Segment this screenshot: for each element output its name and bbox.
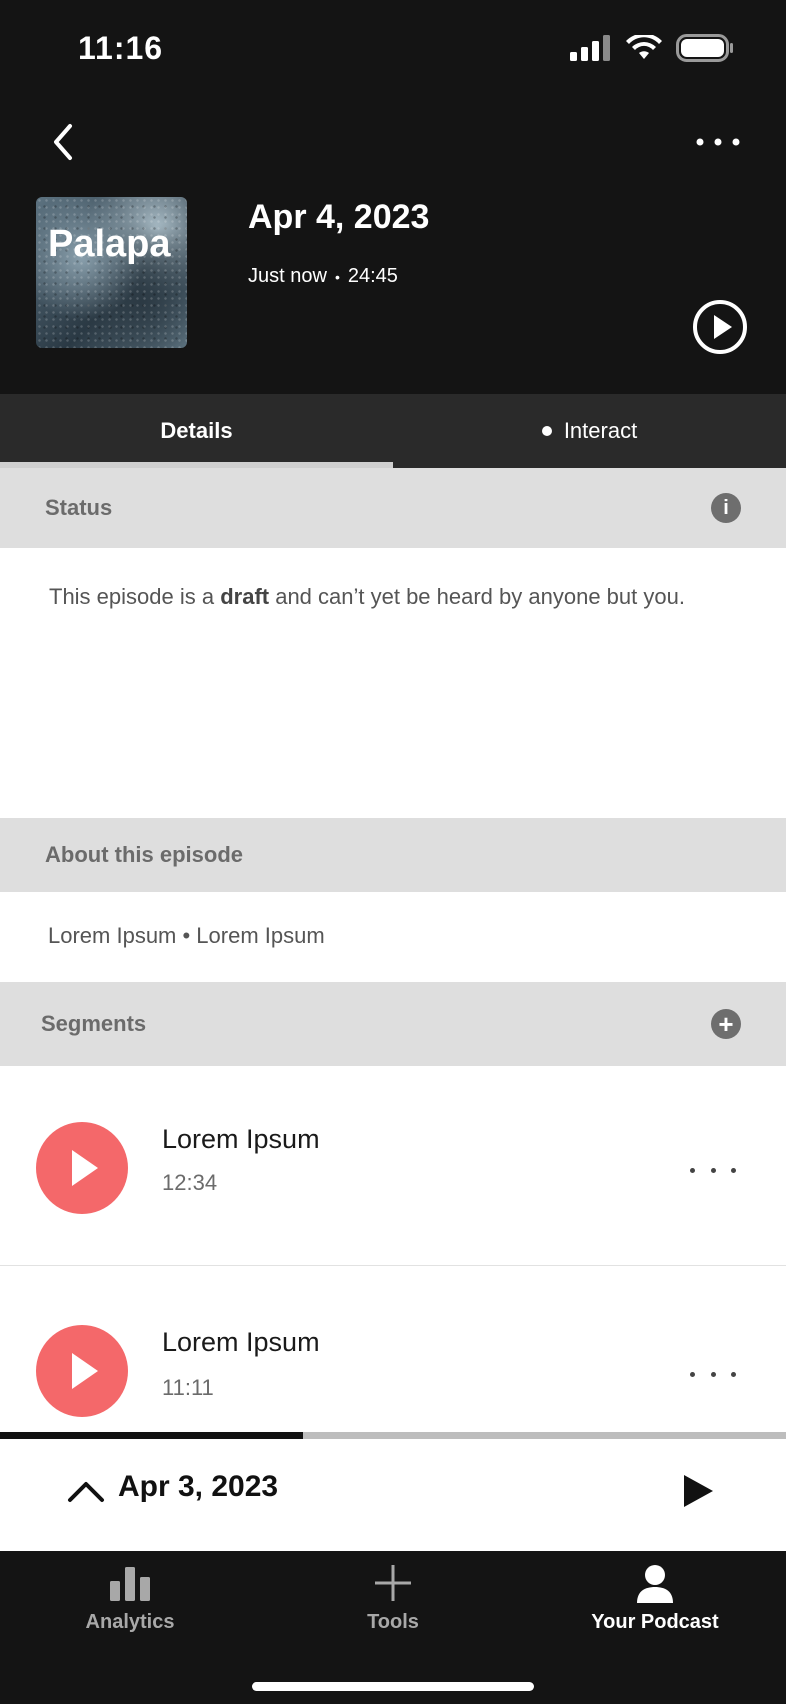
nav-tools-label: Tools [367, 1611, 419, 1633]
episode-header: 11:16 Palapa Apr 4, 2023 Just now • 24:4… [0, 0, 786, 394]
segment-more-icon[interactable] [690, 1164, 736, 1176]
segment-title: Lorem Ipsum [162, 1124, 320, 1154]
episode-tabs: Details Interact [0, 394, 786, 468]
info-icon[interactable]: i [711, 493, 741, 523]
details-content[interactable]: Status i This episode is a draft and can… [0, 468, 786, 1436]
add-segment-icon[interactable]: + [711, 1009, 741, 1039]
status-text-after: and can’t yet be heard by anyone but you… [269, 584, 685, 609]
status-description: This episode is a draft and can’t yet be… [49, 580, 689, 613]
more-options-button[interactable] [690, 124, 746, 160]
battery-icon [676, 34, 733, 62]
about-heading: About this episode [45, 842, 243, 867]
home-indicator[interactable] [252, 1682, 534, 1691]
person-icon [637, 1565, 673, 1603]
nav-analytics[interactable]: Analytics [30, 1563, 230, 1634]
episode-title: Apr 4, 2023 [248, 198, 430, 236]
status-icons [570, 34, 734, 62]
episode-updated: Just now [248, 265, 327, 287]
episode-duration: 24:45 [347, 265, 398, 287]
status-text-before: This episode is a [49, 584, 221, 609]
mini-player[interactable]: Apr 3, 2023 [0, 1432, 786, 1551]
tab-details[interactable]: Details [0, 394, 393, 468]
tab-interact-label: Interact [563, 418, 638, 443]
playback-progress-fill [0, 1432, 303, 1439]
about-description[interactable]: Lorem Ipsum • Lorem Ipsum [48, 923, 325, 949]
segment-play-icon[interactable] [36, 1325, 128, 1417]
status-heading: Status [45, 495, 113, 520]
nav-your-podcast-label: Your Podcast [591, 1611, 719, 1633]
tab-interact[interactable]: Interact [393, 394, 786, 468]
segment-row[interactable]: Lorem Ipsum 11:11 [0, 1268, 786, 1436]
meta-separator: • [334, 268, 340, 285]
segment-more-icon[interactable] [690, 1368, 736, 1380]
segment-duration: 11:11 [162, 1375, 214, 1400]
segment-play-icon[interactable] [36, 1122, 128, 1214]
wifi-icon [626, 35, 662, 59]
nav-analytics-label: Analytics [85, 1611, 175, 1633]
playback-progress-bar[interactable] [0, 1432, 786, 1439]
mini-play-button[interactable] [680, 1472, 716, 1510]
cellular-signal-icon [570, 35, 610, 61]
status-text-bold: draft [220, 584, 270, 609]
cover-title: Palapa [48, 223, 171, 265]
segments-heading: Segments [41, 1011, 147, 1036]
chevron-up-icon[interactable] [66, 1472, 106, 1508]
segments-section-header: Segments + [0, 982, 786, 1066]
back-button[interactable] [44, 116, 84, 168]
tab-details-label: Details [160, 418, 233, 443]
cover-texture [36, 197, 187, 348]
mini-player-title: Apr 3, 2023 [118, 1470, 279, 1503]
play-episode-button[interactable] [692, 299, 748, 355]
podcast-cover-art: Palapa [36, 197, 187, 348]
status-section-header: Status i [0, 468, 786, 548]
segment-row[interactable]: Lorem Ipsum 12:34 [0, 1066, 786, 1266]
nav-tools[interactable]: Tools [293, 1563, 493, 1634]
plus-icon [375, 1565, 411, 1601]
segment-title: Lorem Ipsum [162, 1327, 320, 1357]
status-time: 11:16 [78, 30, 164, 66]
bottom-navigation: Analytics Tools Your Podcast [0, 1551, 786, 1704]
about-section-header: About this episode [0, 818, 786, 892]
nav-your-podcast[interactable]: Your Podcast [555, 1563, 755, 1634]
bar-chart-icon [110, 1567, 150, 1601]
new-activity-dot-icon [541, 426, 552, 436]
segment-duration: 12:34 [162, 1170, 218, 1195]
episode-meta: Just now • 24:45 [248, 265, 398, 288]
